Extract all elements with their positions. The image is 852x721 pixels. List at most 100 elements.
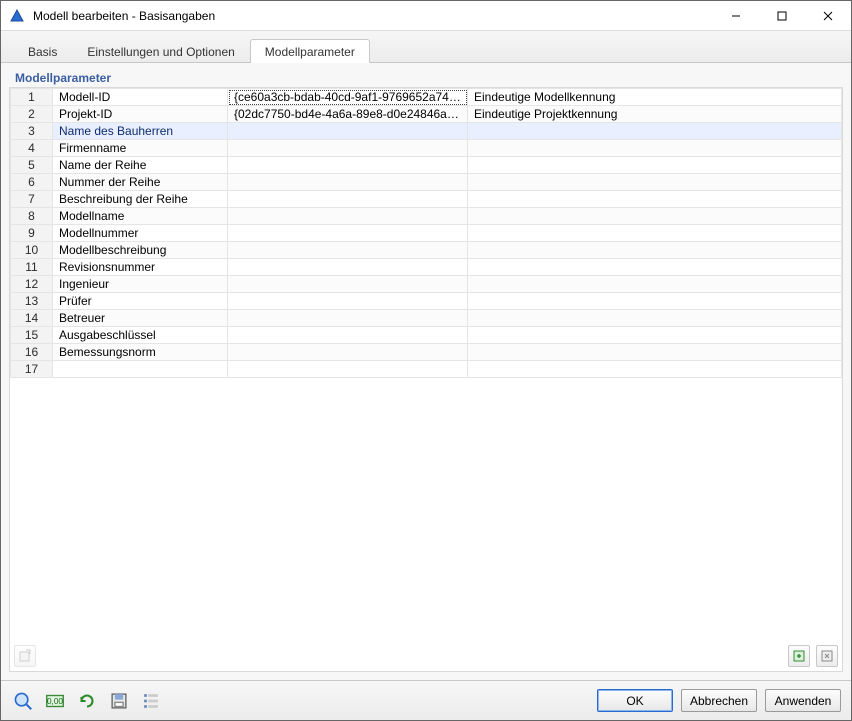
param-desc[interactable] <box>468 191 842 208</box>
param-key[interactable]: Modellbeschreibung <box>53 242 228 259</box>
cancel-button[interactable]: Abbrechen <box>681 689 757 712</box>
table-row[interactable]: 3Name des Bauherren <box>11 123 842 140</box>
param-key[interactable]: Firmenname <box>53 140 228 157</box>
param-value[interactable] <box>228 293 468 310</box>
units-button[interactable]: 0,00 <box>43 689 67 713</box>
param-key[interactable] <box>53 361 228 378</box>
param-value[interactable]: {ce60a3cb-bdab-40cd-9af1-9769652a74a4} <box>228 89 468 106</box>
parameter-grid[interactable]: 1Modell-ID{ce60a3cb-bdab-40cd-9af1-97696… <box>10 88 842 378</box>
tab-label: Einstellungen und Optionen <box>87 45 234 59</box>
param-value[interactable] <box>228 123 468 140</box>
row-number: 11 <box>11 259 53 276</box>
param-desc[interactable] <box>468 174 842 191</box>
param-desc[interactable] <box>468 140 842 157</box>
table-row[interactable]: 15Ausgabeschlüssel <box>11 327 842 344</box>
param-value[interactable] <box>228 140 468 157</box>
param-desc[interactable]: Eindeutige Modellkennung <box>468 89 842 106</box>
table-row[interactable]: 11Revisionsnummer <box>11 259 842 276</box>
param-key[interactable]: Modellname <box>53 208 228 225</box>
table-row[interactable]: 1Modell-ID{ce60a3cb-bdab-40cd-9af1-97696… <box>11 89 842 106</box>
close-button[interactable] <box>805 1 851 30</box>
param-value[interactable] <box>228 174 468 191</box>
search-icon <box>12 690 34 712</box>
table-row[interactable]: 17 <box>11 361 842 378</box>
param-value[interactable] <box>228 242 468 259</box>
param-desc[interactable] <box>468 123 842 140</box>
maximize-button[interactable] <box>759 1 805 30</box>
param-desc[interactable] <box>468 242 842 259</box>
table-row[interactable]: 7Beschreibung der Reihe <box>11 191 842 208</box>
param-value[interactable] <box>228 208 468 225</box>
help-button[interactable] <box>11 689 35 713</box>
save-button[interactable] <box>107 689 131 713</box>
param-value[interactable] <box>228 157 468 174</box>
row-number: 9 <box>11 225 53 242</box>
param-desc[interactable] <box>468 208 842 225</box>
table-row[interactable]: 9Modellnummer <box>11 225 842 242</box>
param-value[interactable] <box>228 310 468 327</box>
param-value[interactable] <box>228 225 468 242</box>
refresh-icon <box>76 690 98 712</box>
param-key[interactable]: Projekt-ID <box>53 106 228 123</box>
param-desc[interactable]: Eindeutige Projektkennung <box>468 106 842 123</box>
ok-button[interactable]: OK <box>597 689 673 712</box>
row-number: 12 <box>11 276 53 293</box>
param-key[interactable]: Name der Reihe <box>53 157 228 174</box>
param-value[interactable] <box>228 361 468 378</box>
app-icon <box>9 8 25 24</box>
table-row[interactable]: 6Nummer der Reihe <box>11 174 842 191</box>
row-number: 10 <box>11 242 53 259</box>
param-key[interactable]: Revisionsnummer <box>53 259 228 276</box>
param-value[interactable] <box>228 344 468 361</box>
table-row[interactable]: 8Modellname <box>11 208 842 225</box>
table-row[interactable]: 16Bemessungsnorm <box>11 344 842 361</box>
param-desc[interactable] <box>468 310 842 327</box>
param-desc[interactable] <box>468 276 842 293</box>
table-row[interactable]: 5Name der Reihe <box>11 157 842 174</box>
refresh-button[interactable] <box>75 689 99 713</box>
param-desc[interactable] <box>468 157 842 174</box>
param-key[interactable]: Modellnummer <box>53 225 228 242</box>
param-key[interactable]: Betreuer <box>53 310 228 327</box>
param-key[interactable]: Name des Bauherren <box>53 123 228 140</box>
param-desc[interactable] <box>468 361 842 378</box>
apply-button[interactable]: Anwenden <box>765 689 841 712</box>
param-desc[interactable] <box>468 327 842 344</box>
param-key[interactable]: Ausgabeschlüssel <box>53 327 228 344</box>
tab-einstellungen[interactable]: Einstellungen und Optionen <box>72 39 249 63</box>
param-key[interactable]: Nummer der Reihe <box>53 174 228 191</box>
grid-footer <box>14 645 838 667</box>
minimize-button[interactable] <box>713 1 759 30</box>
param-value[interactable] <box>228 259 468 276</box>
table-row[interactable]: 12Ingenieur <box>11 276 842 293</box>
row-number: 5 <box>11 157 53 174</box>
import-button[interactable] <box>788 645 810 667</box>
table-row[interactable]: 10Modellbeschreibung <box>11 242 842 259</box>
param-key[interactable]: Beschreibung der Reihe <box>53 191 228 208</box>
table-row[interactable]: 13Prüfer <box>11 293 842 310</box>
param-key[interactable]: Ingenieur <box>53 276 228 293</box>
table-row[interactable]: 4Firmenname <box>11 140 842 157</box>
param-value[interactable] <box>228 276 468 293</box>
dialog-window: Modell bearbeiten - Basisangaben Basis E… <box>0 0 852 721</box>
add-row-button[interactable] <box>14 645 36 667</box>
param-key[interactable]: Bemessungsnorm <box>53 344 228 361</box>
tab-modellparameter[interactable]: Modellparameter <box>250 39 370 63</box>
param-value[interactable]: {02dc7750-bd4e-4a6a-89e8-d0e24846a130} <box>228 106 468 123</box>
param-desc[interactable] <box>468 225 842 242</box>
table-row[interactable]: 14Betreuer <box>11 310 842 327</box>
param-desc[interactable] <box>468 259 842 276</box>
row-number: 7 <box>11 191 53 208</box>
param-value[interactable] <box>228 327 468 344</box>
param-key[interactable]: Prüfer <box>53 293 228 310</box>
tab-basis[interactable]: Basis <box>13 39 72 63</box>
param-value[interactable] <box>228 191 468 208</box>
param-key[interactable]: Modell-ID <box>53 89 228 106</box>
settings-button[interactable] <box>139 689 163 713</box>
table-row[interactable]: 2Projekt-ID{02dc7750-bd4e-4a6a-89e8-d0e2… <box>11 106 842 123</box>
param-desc[interactable] <box>468 344 842 361</box>
window-controls <box>713 1 851 30</box>
param-desc[interactable] <box>468 293 842 310</box>
save-icon <box>108 690 130 712</box>
export-button[interactable] <box>816 645 838 667</box>
